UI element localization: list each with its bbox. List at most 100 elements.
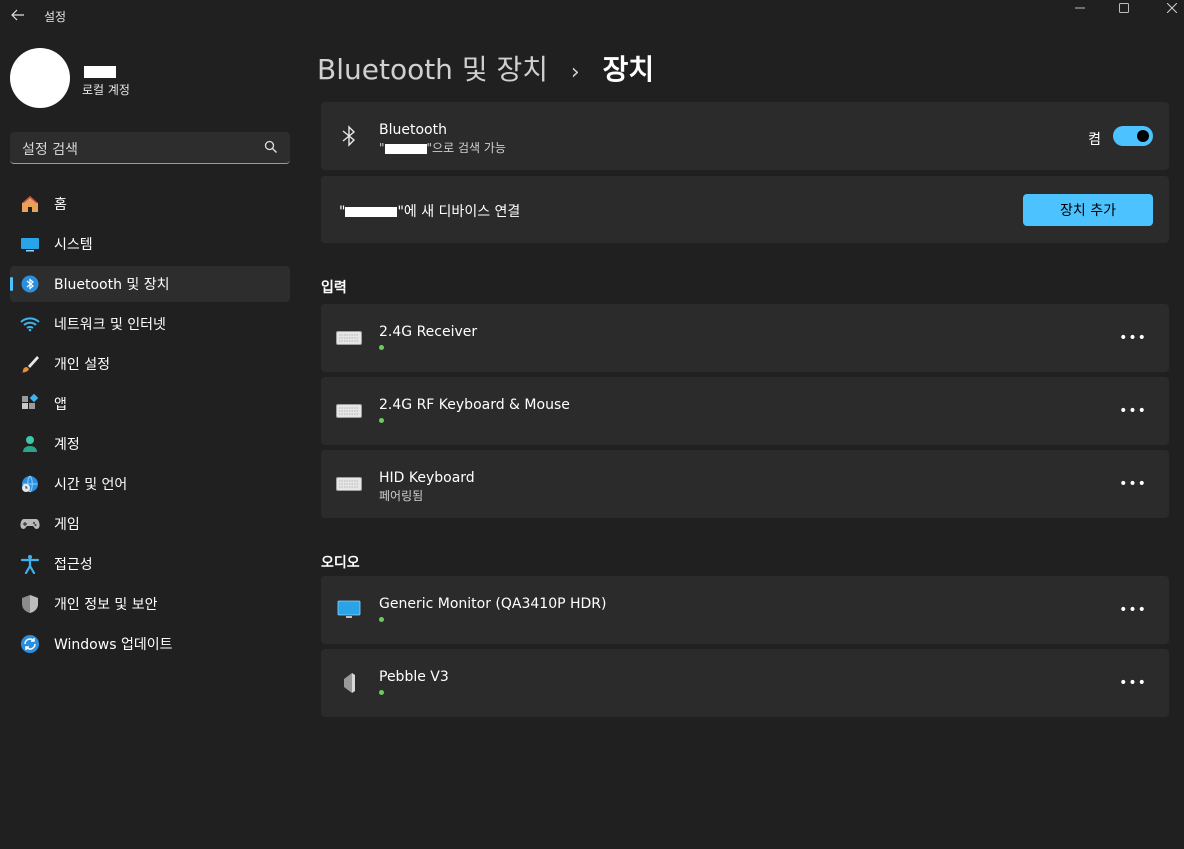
avatar: [10, 48, 70, 108]
add-device-text: " "에 새 디바이스 연결: [339, 201, 520, 221]
sidebar-item-bluetooth-devices[interactable]: Bluetooth 및 장치: [10, 266, 290, 302]
speaker-icon: [335, 671, 363, 695]
monitor-icon: [335, 598, 363, 622]
sidebar-item-label: Bluetooth 및 장치: [54, 277, 170, 293]
sidebar-item-label: 네트워크 및 인터넷: [54, 317, 166, 333]
device-status: 페어링됨: [379, 489, 424, 503]
sidebar-item-time-language[interactable]: 시간 및 언어: [10, 466, 290, 502]
device-row[interactable]: Generic Monitor (QA3410P HDR) •••: [321, 576, 1169, 644]
connected-indicator: [379, 345, 384, 350]
sidebar-item-label: Windows 업데이트: [54, 637, 173, 653]
toggle-state-label: 켬: [1088, 132, 1101, 148]
bluetooth-card: Bluetooth " "으로 검색 가능 켬: [321, 102, 1169, 170]
toggle-knob: [1137, 130, 1149, 142]
add-device-button[interactable]: 장치 추가: [1023, 194, 1153, 226]
maximize-icon: [1119, 3, 1129, 13]
account-name-redacted: [84, 66, 116, 78]
breadcrumb: Bluetooth 및 장치 › 장치: [317, 48, 654, 88]
more-options-button[interactable]: •••: [1117, 399, 1149, 423]
more-options-button[interactable]: •••: [1117, 671, 1149, 695]
sidebar-item-system[interactable]: 시스템: [10, 226, 290, 262]
add-device-card: " "에 새 디바이스 연결 장치 추가: [321, 176, 1169, 243]
section-heading-audio: 오디오: [321, 555, 360, 571]
update-icon: [19, 633, 41, 655]
more-options-button[interactable]: •••: [1117, 598, 1149, 622]
app-title: 설정: [44, 10, 67, 24]
device-name: Generic Monitor (QA3410P HDR): [379, 596, 607, 612]
device-row[interactable]: 2.4G Receiver •••: [321, 304, 1169, 372]
text-suffix: "에 새 디바이스 연결: [397, 204, 521, 220]
bluetooth-title: Bluetooth: [379, 122, 447, 138]
breadcrumb-parent[interactable]: Bluetooth 및 장치: [317, 53, 548, 86]
connected-indicator: [379, 690, 384, 695]
bluetooth-icon: [19, 273, 41, 295]
keyboard-icon: [335, 399, 363, 423]
device-name: 2.4G Receiver: [379, 324, 478, 340]
sidebar-nav: 홈 시스템 Bluetooth 및 장치 네트워크 및 인터넷 개인 설정 앱: [10, 186, 290, 666]
back-arrow-icon: [11, 9, 24, 21]
sidebar-item-label: 개인 설정: [54, 357, 110, 373]
breadcrumb-separator: ›: [570, 60, 580, 85]
sidebar-item-label: 접근성: [54, 557, 93, 573]
subtitle-suffix: "으로 검색 가능: [426, 141, 506, 155]
device-name-redacted: [345, 207, 398, 217]
device-name: 2.4G RF Keyboard & Mouse: [379, 397, 570, 413]
search-box[interactable]: 설정 검색: [10, 132, 290, 164]
more-options-button[interactable]: •••: [1117, 472, 1149, 496]
search-icon[interactable]: [264, 140, 278, 154]
keyboard-icon: [335, 326, 363, 350]
system-icon: [19, 233, 41, 255]
sidebar-item-accessibility[interactable]: 접근성: [10, 546, 290, 582]
sidebar-item-network[interactable]: 네트워크 및 인터넷: [10, 306, 290, 342]
accessibility-icon: [19, 553, 41, 575]
gamepad-icon: [19, 513, 41, 535]
account-type: 로컬 계정: [82, 83, 130, 97]
account-panel[interactable]: 로컬 계정: [10, 48, 290, 110]
device-name: Pebble V3: [379, 669, 449, 685]
connected-indicator: [379, 617, 384, 622]
sidebar-item-home[interactable]: 홈: [10, 186, 290, 222]
sidebar-item-label: 계정: [54, 437, 80, 453]
bluetooth-subtitle: " "으로 검색 가능: [379, 139, 506, 156]
selection-indicator: [10, 277, 13, 291]
sidebar-item-accounts[interactable]: 계정: [10, 426, 290, 462]
sidebar-item-label: 시간 및 언어: [54, 477, 128, 493]
title-bar: 설정: [0, 0, 1184, 32]
sidebar-item-label: 개인 정보 및 보안: [54, 597, 158, 613]
close-button[interactable]: [1148, 0, 1184, 16]
more-options-button[interactable]: •••: [1117, 326, 1149, 350]
home-icon: [19, 193, 41, 215]
connected-indicator: [379, 418, 384, 423]
device-row[interactable]: Pebble V3 •••: [321, 649, 1169, 717]
keyboard-icon: [335, 472, 363, 496]
brush-icon: [19, 353, 41, 375]
bluetooth-toggle[interactable]: [1113, 126, 1153, 146]
apps-icon: [19, 393, 41, 415]
sidebar-item-label: 시스템: [54, 237, 93, 253]
wifi-icon: [19, 313, 41, 335]
sidebar-item-privacy-security[interactable]: 개인 정보 및 보안: [10, 586, 290, 622]
sidebar-item-label: 홈: [54, 197, 67, 213]
search-input[interactable]: 설정 검색: [22, 139, 78, 159]
close-icon: [1167, 3, 1177, 13]
shield-icon: [19, 593, 41, 615]
sidebar-item-apps[interactable]: 앱: [10, 386, 290, 422]
device-name-redacted: [384, 143, 427, 154]
back-button[interactable]: [8, 4, 28, 26]
device-row[interactable]: HID Keyboard 페어링됨 •••: [321, 450, 1169, 518]
minimize-icon: [1075, 7, 1085, 9]
sidebar-item-personalization[interactable]: 개인 설정: [10, 346, 290, 382]
sidebar-item-windows-update[interactable]: Windows 업데이트: [10, 626, 290, 662]
minimize-button[interactable]: [1056, 0, 1104, 16]
sidebar-item-gaming[interactable]: 게임: [10, 506, 290, 542]
bluetooth-icon: [337, 124, 361, 148]
section-heading-input: 입력: [321, 280, 347, 296]
device-name: HID Keyboard: [379, 470, 475, 486]
maximize-button[interactable]: [1100, 0, 1148, 16]
device-row[interactable]: 2.4G RF Keyboard & Mouse •••: [321, 377, 1169, 445]
page-title: 장치: [602, 53, 655, 86]
person-icon: [19, 433, 41, 455]
sidebar-item-label: 앱: [54, 397, 67, 413]
sidebar-item-label: 게임: [54, 517, 80, 533]
globe-clock-icon: [19, 473, 41, 495]
